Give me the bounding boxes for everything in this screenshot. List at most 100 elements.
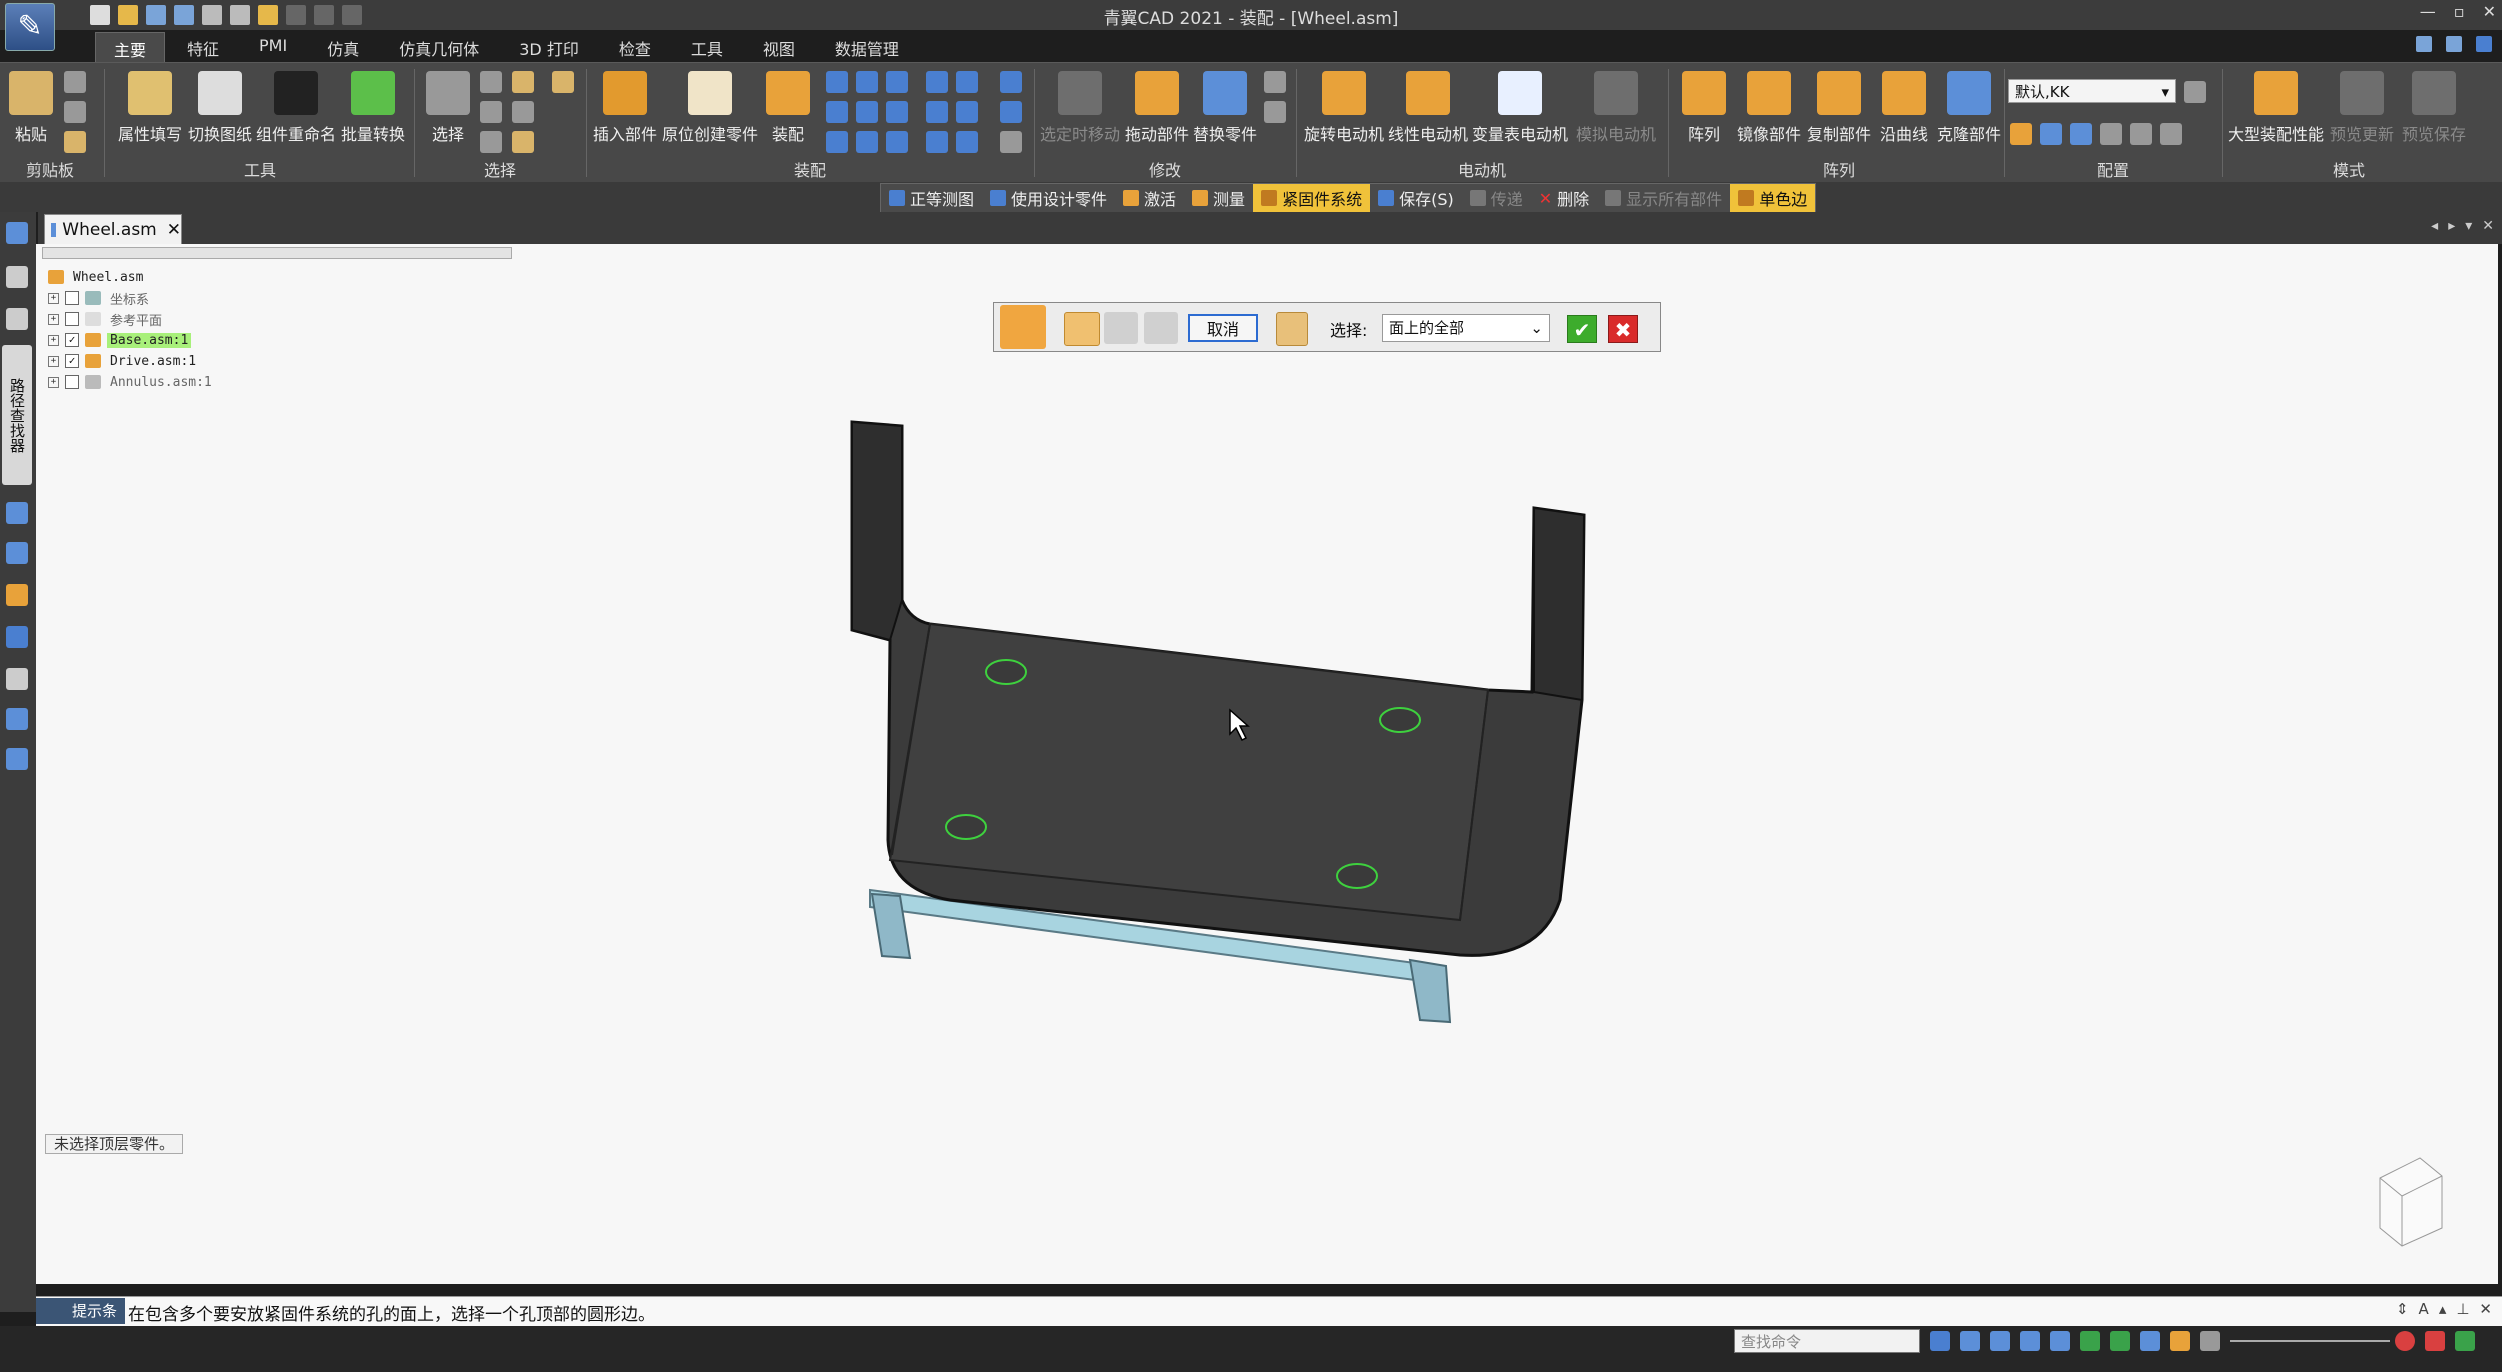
nav-icon-3[interactable] — [6, 308, 28, 330]
upload-icon[interactable] — [2455, 1331, 2475, 1351]
use-design-part-button[interactable]: 使用设计零件 — [982, 184, 1115, 212]
drag-part-button[interactable]: 拖动部件 — [1122, 71, 1192, 145]
tree-node-root[interactable]: Wheel.asm — [48, 268, 146, 286]
tree-node-annulus[interactable]: + Annulus.asm:1 — [48, 373, 215, 391]
rotary-motor-button[interactable]: 旋转电动机 — [1302, 71, 1386, 145]
select-face-step-icon[interactable] — [1064, 312, 1100, 346]
tree-node-ref-planes[interactable]: + 参考平面 — [48, 310, 165, 329]
align-icon[interactable] — [856, 71, 878, 93]
options-icon[interactable] — [1000, 131, 1022, 153]
along-curve-button[interactable]: 沿曲线 — [1874, 71, 1934, 145]
visibility-checkbox[interactable] — [65, 375, 79, 389]
tab-feature[interactable]: 特征 — [169, 32, 237, 62]
nav-icon-1[interactable] — [6, 222, 28, 244]
close-tab-icon[interactable]: ✕ — [167, 220, 181, 240]
record-icon[interactable] — [2395, 1331, 2415, 1351]
select-part-icon[interactable] — [512, 131, 534, 153]
property-fill-button[interactable]: 属性填写 — [112, 71, 188, 145]
minimize-icon[interactable]: — — [2420, 2, 2436, 21]
rename-component-button[interactable]: 组件重命名 — [254, 71, 338, 145]
hole-edge-4[interactable] — [1336, 863, 1378, 889]
nav-icon-6[interactable] — [6, 584, 28, 606]
config-icon-6[interactable] — [2160, 123, 2182, 145]
query-icon[interactable] — [552, 71, 574, 93]
tab-pmi[interactable]: PMI — [241, 32, 305, 62]
pathfinder-tab[interactable]: 路径查找器 — [2, 345, 32, 485]
nav-icon-5[interactable] — [6, 542, 28, 564]
tree-scrollbar[interactable] — [42, 247, 512, 259]
connect-icon[interactable] — [856, 101, 878, 123]
box-select-icon[interactable] — [480, 101, 502, 123]
config-icon-5[interactable] — [2130, 123, 2152, 145]
nav-icon-10[interactable] — [6, 748, 28, 770]
zoom-area-icon[interactable] — [1960, 1331, 1980, 1351]
config-dropdown[interactable]: 默认,KK ▾ — [2008, 79, 2176, 103]
format-painter-icon[interactable] — [64, 131, 86, 153]
select-filter-icon[interactable] — [480, 71, 502, 93]
fastener-system-button[interactable]: 紧固件系统 — [1253, 184, 1371, 212]
fastener-system-icon[interactable] — [1000, 305, 1046, 349]
parallel-icon[interactable] — [926, 71, 948, 93]
axial-align-icon[interactable] — [826, 101, 848, 123]
document-tab[interactable]: Wheel.asm ✕ — [44, 214, 182, 244]
path-icon[interactable] — [886, 131, 908, 153]
search-arrow-icon[interactable] — [1930, 1331, 1950, 1351]
expand-icon[interactable]: + — [48, 313, 59, 325]
large-assembly-button[interactable]: 大型装配性能 — [2226, 71, 2326, 145]
save-button[interactable]: 保存(S) — [1370, 184, 1462, 212]
close-dialog-button[interactable]: ✖ — [1608, 315, 1638, 343]
command-search-input[interactable]: 查找命令 — [1734, 1329, 1920, 1353]
zoom-slider[interactable] — [2230, 1340, 2390, 1342]
expand-icon[interactable]: + — [48, 292, 59, 304]
select-filter-dropdown[interactable]: 面上的全部 ⌄ — [1382, 314, 1550, 342]
cam-icon[interactable] — [886, 101, 908, 123]
create-in-place-button[interactable]: 原位创建零件 — [660, 71, 760, 145]
help-icon[interactable] — [6, 626, 28, 648]
maximize-icon[interactable]: ▫ — [2454, 2, 2465, 21]
insert-constraint-icon[interactable] — [926, 131, 948, 153]
hole-edge-3[interactable] — [945, 814, 987, 840]
accept-button[interactable]: ✔ — [1567, 315, 1597, 343]
close-icon[interactable]: ✕ — [2483, 2, 2496, 21]
paste-button[interactable]: 粘贴 — [6, 71, 56, 145]
show-all-parts-button[interactable]: 显示所有部件 — [1597, 184, 1730, 212]
copy-icon[interactable] — [64, 101, 86, 123]
config-icon-2[interactable] — [2040, 123, 2062, 145]
activate-button[interactable]: 激活 — [1115, 184, 1184, 212]
tab-inspect[interactable]: 检查 — [601, 32, 669, 62]
single-color-edge-button[interactable]: 单色边 — [1730, 184, 1816, 212]
close-icon[interactable]: ✕ — [2482, 218, 2494, 234]
scroll-arrows-icon[interactable]: ⇕ — [2396, 1300, 2409, 1318]
view-cube-icon[interactable] — [2370, 1148, 2450, 1248]
left-wall[interactable] — [851, 420, 903, 642]
nav-icon-9[interactable] — [6, 708, 28, 730]
zoom-icon[interactable] — [1990, 1331, 2010, 1351]
tangent-icon[interactable] — [1000, 101, 1022, 123]
tab-simulation[interactable]: 仿真 — [309, 32, 377, 62]
constrained-move-button[interactable]: 选定时移动 — [1038, 71, 1122, 145]
nav-icon-8[interactable] — [6, 668, 28, 690]
nav-icon-2[interactable] — [6, 266, 28, 288]
assembly-model[interactable] — [760, 400, 1700, 1040]
gear-icon[interactable] — [926, 101, 948, 123]
transfer-button[interactable]: 传递 — [1462, 184, 1531, 212]
tab-data-management[interactable]: 数据管理 — [817, 32, 917, 62]
tree-node-base[interactable]: + ✓ Base.asm:1 — [48, 331, 192, 349]
preview-save-button[interactable]: 预览保存 — [2398, 71, 2470, 145]
mirror-part-button[interactable]: 镜像部件 — [1734, 71, 1804, 145]
visibility-checkbox[interactable] — [65, 312, 79, 326]
chevron-right-icon[interactable]: ▸ — [2448, 218, 2455, 234]
rigid-set-icon[interactable] — [856, 131, 878, 153]
clone-part-button[interactable]: 克隆部件 — [1934, 71, 2004, 145]
measure-button[interactable]: 测量 — [1184, 184, 1253, 212]
options-icon[interactable] — [1276, 312, 1308, 346]
select-tool-icon[interactable] — [512, 71, 534, 93]
tab-main[interactable]: 主要 — [95, 32, 166, 62]
matrix-icon[interactable] — [1000, 71, 1022, 93]
nav-icon-4[interactable] — [6, 502, 28, 524]
pattern-button[interactable]: 阵列 — [1674, 71, 1734, 145]
cancel-button[interactable]: 取消 — [1188, 314, 1258, 342]
pin-icon[interactable]: ⊥ — [2456, 1300, 2469, 1318]
center-plane-icon[interactable] — [956, 101, 978, 123]
config-icon-4[interactable] — [2100, 123, 2122, 145]
